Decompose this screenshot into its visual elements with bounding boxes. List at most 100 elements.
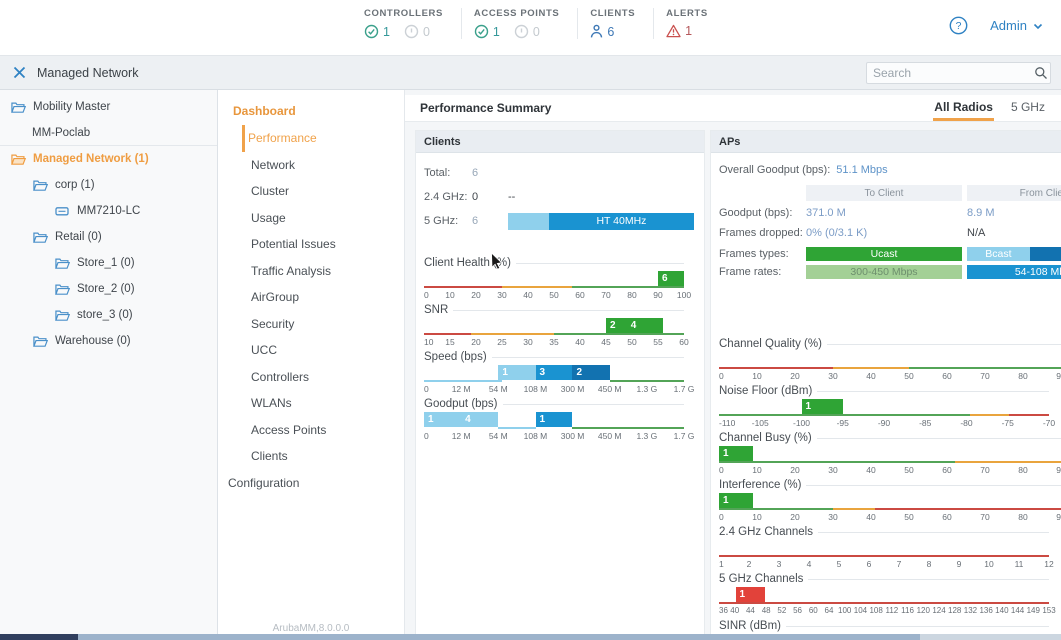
tree-item-warehouse-0-[interactable]: Warehouse (0) [0, 328, 217, 354]
tab-5-ghz[interactable]: 5 GHz [1010, 95, 1046, 121]
bar-segment [508, 213, 549, 230]
tick-label: 40 [866, 465, 875, 475]
title-rule [492, 357, 684, 358]
histogram-title: Client Health (%) [424, 255, 684, 271]
tick-label: 300 M [561, 384, 585, 394]
tick-label: 70 [601, 290, 610, 300]
histogram-ticks: -110-105-100-95-90-85-80-75-70 [719, 417, 1049, 428]
tick-label: -75 [1002, 418, 1014, 428]
tree-item-mm-poclab[interactable]: MM-Poclab [0, 120, 217, 146]
bar-segment: Ucast [806, 247, 962, 261]
tick-label: 1.7 G [674, 431, 695, 441]
folder-icon [32, 179, 48, 192]
row-label: Frames types: [719, 248, 801, 260]
tree-item-label: Store_1 (0) [77, 257, 135, 269]
tick-label: 140 [995, 606, 1008, 615]
from-client-cell: BcastMcast [967, 247, 1061, 261]
tick-label: 20 [471, 290, 480, 300]
tick-label: 50 [627, 337, 636, 347]
nav-item-airgroup[interactable]: AirGroup [218, 284, 404, 311]
tree-item-store-2-0-[interactable]: Store_2 (0) [0, 276, 217, 302]
histogram-bar: 2 [606, 318, 627, 333]
tab-all-radios[interactable]: All Radios [933, 95, 994, 121]
tick-label: 30 [523, 337, 532, 347]
tree-item-store-1-0-[interactable]: Store_1 (0) [0, 250, 217, 276]
search-box[interactable] [866, 62, 1051, 84]
tree-item-store-3-0-[interactable]: store_3 (0) [0, 302, 217, 328]
nav-item-traffic-analysis[interactable]: Traffic Analysis [218, 258, 404, 285]
scrollbar-thumb[interactable] [0, 634, 78, 640]
tree-item-managed-network-1-[interactable]: Managed Network (1) [0, 146, 217, 172]
tree-item-retail-0-[interactable]: Retail (0) [0, 224, 217, 250]
tick-label: 12 M [452, 431, 471, 441]
tree-item-label: MM-Poclab [32, 127, 90, 139]
tick-label: 90 [653, 290, 662, 300]
nav-item-security[interactable]: Security [218, 311, 404, 338]
tree-item-mobility-master[interactable]: Mobility Master [0, 94, 217, 120]
search-icon[interactable] [1034, 66, 1054, 80]
stat-item: 6 [590, 24, 614, 39]
baseline-segment [424, 380, 502, 382]
baseline-segment [719, 602, 1049, 604]
radio-tabs: All Radios5 GHz2.4 GHz [933, 95, 1061, 121]
nav-item-access-points[interactable]: Access Points [218, 417, 404, 444]
tree-item-label: Warehouse (0) [55, 335, 131, 347]
nav-item-network[interactable]: Network [218, 152, 404, 179]
help-icon[interactable]: ? [949, 16, 968, 35]
histogram-title: SINR (dBm) [719, 618, 1049, 634]
title-rule [817, 391, 1049, 392]
row-label: Total: [424, 167, 472, 179]
histogram-ticks: 123456789101112 [719, 558, 1049, 569]
admin-menu[interactable]: Admin [990, 18, 1043, 33]
histogram-title: Channel Quality (%) [719, 336, 1061, 352]
nav-item-controllers[interactable]: Controllers [218, 364, 404, 391]
to-client-cell: 300-450 Mbps [806, 265, 962, 279]
tree-item-corp-1-[interactable]: corp (1) [0, 172, 217, 198]
check-circle-icon [364, 24, 379, 39]
tick-label: 120 [917, 606, 930, 615]
nav-item-ucc[interactable]: UCC [218, 337, 404, 364]
histogram-ticks: 1015202530354045505560 [424, 336, 684, 347]
nav-item-usage[interactable]: Usage [218, 205, 404, 232]
nav-item-wlans[interactable]: WLANs [218, 390, 404, 417]
histogram-title-text: 5 GHz Channels [719, 573, 803, 585]
channel-width-bar: HT 40MHz [508, 213, 694, 230]
tick-label: 116 [901, 606, 914, 615]
horizontal-scrollbar[interactable] [0, 634, 1061, 640]
close-icon[interactable] [12, 65, 27, 80]
nav-item-performance[interactable]: Performance [242, 125, 404, 152]
baseline-segment [424, 333, 471, 335]
nav-item-cluster[interactable]: Cluster [218, 178, 404, 205]
tick-label: 124 [932, 606, 945, 615]
tree-item-label: store_3 (0) [77, 309, 133, 321]
network-selector-label[interactable]: Managed Network [37, 66, 138, 80]
nav-item-potential-issues[interactable]: Potential Issues [218, 231, 404, 258]
histogram-ticks: 0102030405060708090100 [719, 370, 1061, 381]
nav-item-configuration[interactable]: Configuration [218, 470, 404, 497]
tick-label: 40 [866, 371, 875, 381]
tick-label: 60 [942, 371, 951, 381]
baseline-segment [502, 286, 572, 288]
baseline-segment [833, 367, 909, 369]
histogram-bar: 1 [719, 493, 753, 508]
tree-item-mm7210-lc[interactable]: MM7210-LC [0, 198, 217, 224]
scrollbar-endcap [920, 634, 1061, 640]
tick-label: 35 [549, 337, 558, 347]
histogram-title-text: SNR [424, 304, 448, 316]
from-client-cell: 8.9 M [967, 207, 1061, 219]
tick-label: 50 [904, 512, 913, 522]
header-right: ? Admin [949, 16, 1043, 35]
title-rule [516, 263, 684, 264]
bar-segment: Mcast [1030, 247, 1061, 261]
search-input[interactable] [867, 66, 1034, 80]
tick-label: 80 [1018, 512, 1027, 522]
aps-table-row: Goodput (bps):371.0 M8.9 M [719, 207, 1061, 219]
version-footer: ArubaMM,8.0.0.0 [218, 623, 404, 634]
tick-label: 10 [752, 371, 761, 381]
histogram-bar: 3 [536, 365, 573, 380]
stat-item: 0 [404, 24, 430, 39]
nav-section-dashboard[interactable]: Dashboard [218, 98, 404, 125]
tick-label: 80 [1018, 465, 1027, 475]
nav-item-clients[interactable]: Clients [218, 443, 404, 470]
tick-label: 80 [627, 290, 636, 300]
